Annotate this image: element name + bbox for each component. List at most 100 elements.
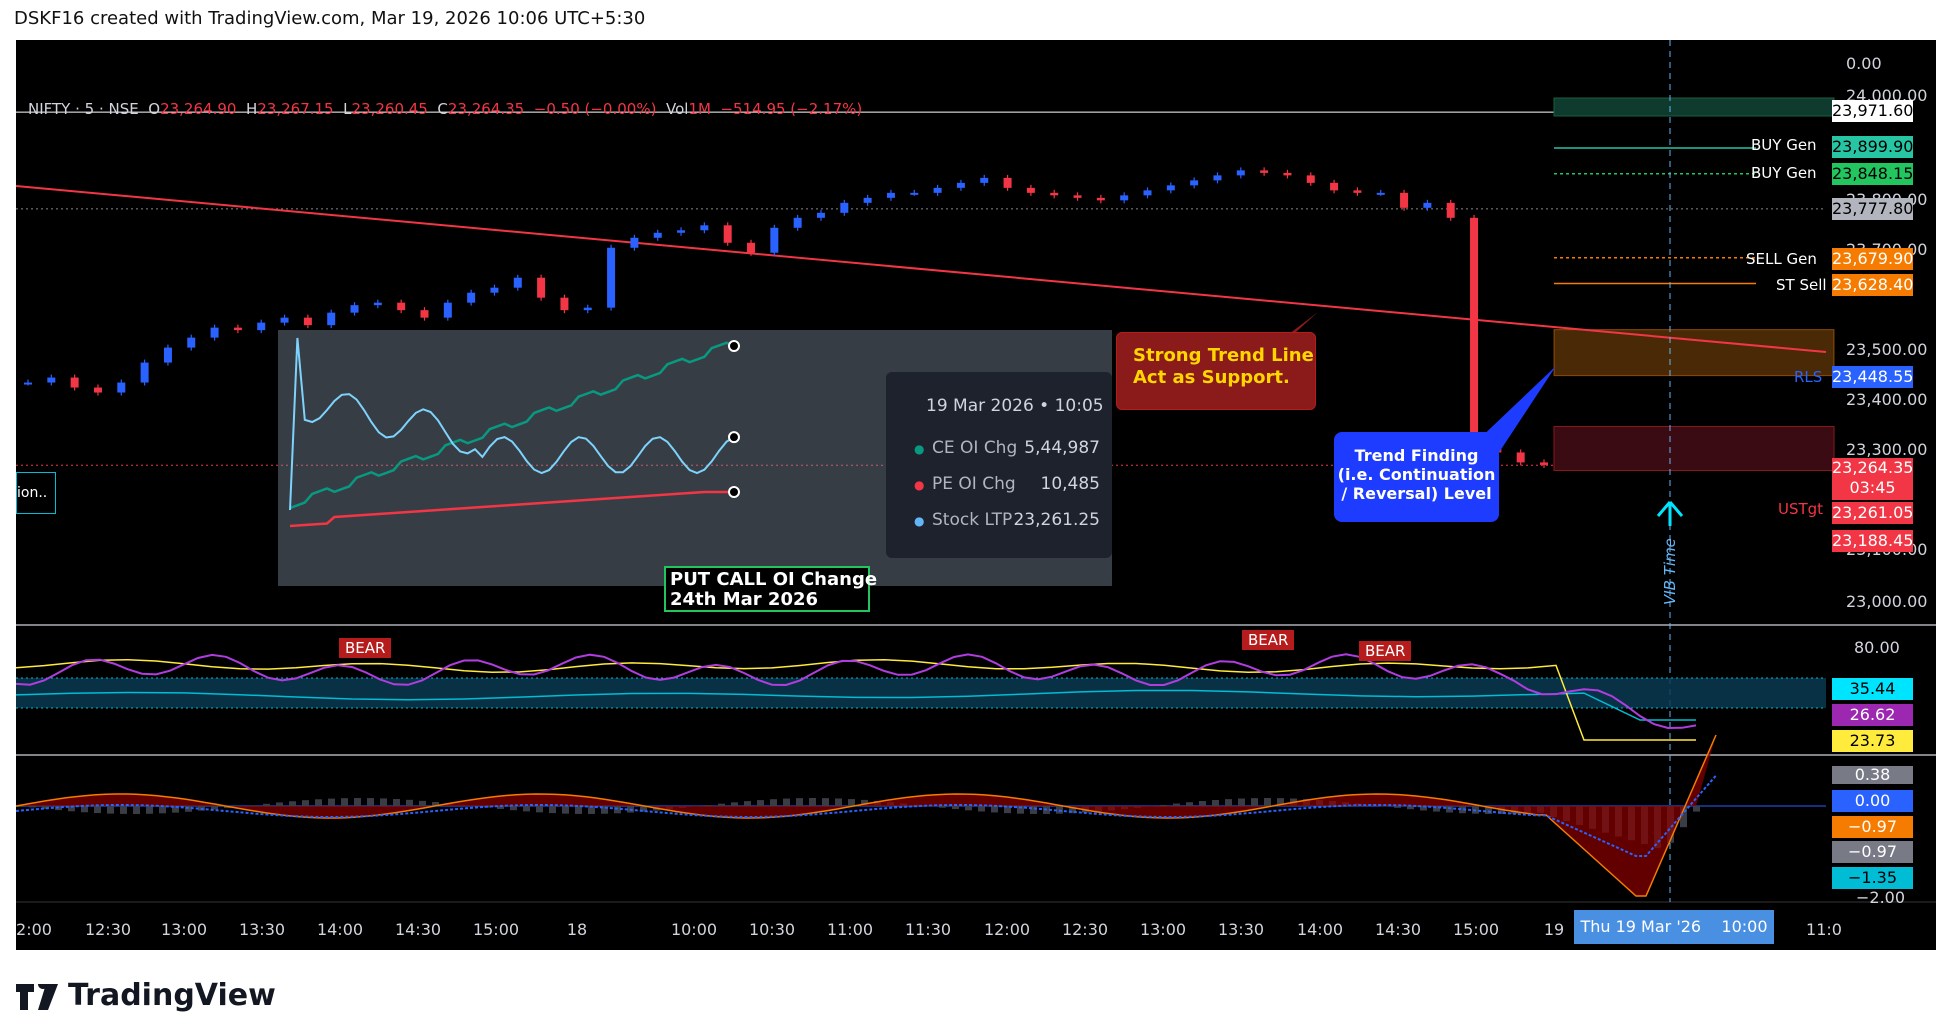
tooltip-row-label: CE OI Chg <box>932 438 1018 458</box>
macd-value: −0.97 <box>1832 816 1913 838</box>
level-label-ustgt: USTgt <box>1778 500 1824 518</box>
macd-histogram-bar <box>133 806 140 814</box>
candle-body <box>303 317 312 326</box>
candle-body <box>1213 175 1222 181</box>
candle-body <box>1283 172 1292 176</box>
macd-histogram-bar <box>1446 806 1453 813</box>
trend-line <box>16 185 1827 353</box>
macd-histogram-bar <box>380 798 387 806</box>
candle-body <box>840 202 849 213</box>
candle-body <box>630 237 639 248</box>
tradingview-logo[interactable]: TradingView <box>16 978 276 1013</box>
sell-zone <box>1553 329 1835 377</box>
macd-histogram-bar <box>354 798 361 806</box>
candle-body <box>443 302 452 318</box>
macd-histogram-bar <box>107 806 114 814</box>
macd-histogram-bar <box>991 806 998 813</box>
candle-body <box>816 212 825 218</box>
level-label-st-sell: ST Sell <box>1776 276 1827 294</box>
macd-histogram-bar <box>302 800 309 806</box>
time-tick: 11:00 <box>826 920 874 939</box>
candle-body <box>537 277 546 298</box>
macd-histogram-bar <box>822 798 829 806</box>
macd-histogram-bar <box>809 798 816 806</box>
symbol-label[interactable]: NIFTY · 5 · NSE <box>28 100 139 118</box>
osc-axis-top: 80.00 <box>1854 638 1900 657</box>
macd-histogram-bar <box>1186 802 1193 806</box>
candle-body <box>280 317 289 323</box>
time-tick: 13:00 <box>1139 920 1187 939</box>
candle-body <box>560 297 569 311</box>
macd-histogram-bar <box>952 806 959 810</box>
buy-zone <box>1553 97 1835 117</box>
macd-histogram-bar <box>562 806 569 814</box>
bear-label: BEAR <box>339 638 392 658</box>
macd-histogram-bar <box>731 802 738 806</box>
candle-body <box>1423 202 1432 208</box>
candle-body <box>1190 180 1199 186</box>
time-tick: 18 <box>566 920 588 939</box>
macd-value: 0.00 <box>1832 790 1913 812</box>
bear-label: BEAR <box>1359 641 1412 661</box>
level-label-buy-gen-2: BUY Gen <box>1751 164 1817 182</box>
macd-histogram-bar <box>29 806 36 808</box>
dot-icon: ● <box>914 514 925 528</box>
osc-value: 26.62 <box>1832 704 1913 726</box>
macd-histogram-bar <box>757 800 764 806</box>
candle-body <box>467 292 476 303</box>
candle-body <box>1306 175 1315 183</box>
left-cutoff-label: ion.. <box>16 472 56 514</box>
candle-body <box>1446 202 1455 218</box>
candle-body <box>583 307 592 311</box>
candle-body <box>47 377 56 383</box>
tooltip-row-label: PE OI Chg <box>932 474 1016 494</box>
level-pill: 23,628.40 <box>1832 274 1914 296</box>
candle-body <box>397 302 406 311</box>
low-value: 23,260.45 <box>351 100 428 118</box>
high-value: 23,267.15 <box>257 100 334 118</box>
candle-body <box>1026 187 1035 193</box>
chart-header: DSKF16 created with TradingView.com, Mar… <box>14 8 646 29</box>
oi-tooltip: 19 Mar 2026 • 10:05 ● CE OI Chg 5,44,987… <box>886 372 1112 558</box>
candle-body <box>163 347 172 363</box>
candle-body <box>1470 217 1479 433</box>
macd-histogram-bar <box>120 806 127 814</box>
chart-area[interactable]: NIFTY · 5 · NSE O23,264.90 H23,267.15 L2… <box>16 40 1936 950</box>
macd-value: −1.35 <box>1832 867 1913 889</box>
macd-histogram-bar <box>1030 806 1037 814</box>
macd-signal-line <box>16 774 1717 857</box>
macd-value: −0.97 <box>1832 841 1913 863</box>
candle-body <box>1376 192 1385 195</box>
dot-icon: ● <box>914 442 925 456</box>
macd-histogram-bar <box>510 806 517 811</box>
candle-body <box>1143 190 1152 196</box>
macd-histogram-bar <box>770 799 777 806</box>
time-tick: 14:30 <box>394 920 442 939</box>
candle-body <box>257 322 266 331</box>
tooltip-row-value: 10,485 <box>1040 474 1100 494</box>
candle-body <box>513 277 522 288</box>
macd-histogram-bar <box>94 806 101 814</box>
candle-body <box>933 187 942 193</box>
macd-histogram-bar <box>250 805 257 806</box>
candle-body <box>1003 177 1012 188</box>
macd-histogram-bar <box>406 799 413 806</box>
ce-oi-line <box>289 341 735 510</box>
candle-body <box>327 312 336 326</box>
bear-label: BEAR <box>1242 630 1295 650</box>
candle-body <box>1260 170 1269 173</box>
macd-histogram-bar <box>705 805 712 806</box>
candle-body <box>863 197 872 203</box>
candle-body <box>1353 190 1362 193</box>
macd-histogram-bar <box>393 799 400 806</box>
macd-histogram-bar <box>1251 798 1258 806</box>
macd-histogram-bar <box>1264 798 1271 806</box>
time-tick: 12:00 <box>983 920 1031 939</box>
level-pill-current: 23,264.35 03:45 <box>1832 458 1913 500</box>
candle-body <box>490 287 499 293</box>
candle-body <box>70 377 79 388</box>
level-label-sell-gen: SELL Gen <box>1746 250 1817 268</box>
macd-histogram-bar <box>965 806 972 811</box>
macd-histogram-bar <box>1212 799 1219 806</box>
time-tick: 12:30 <box>84 920 132 939</box>
